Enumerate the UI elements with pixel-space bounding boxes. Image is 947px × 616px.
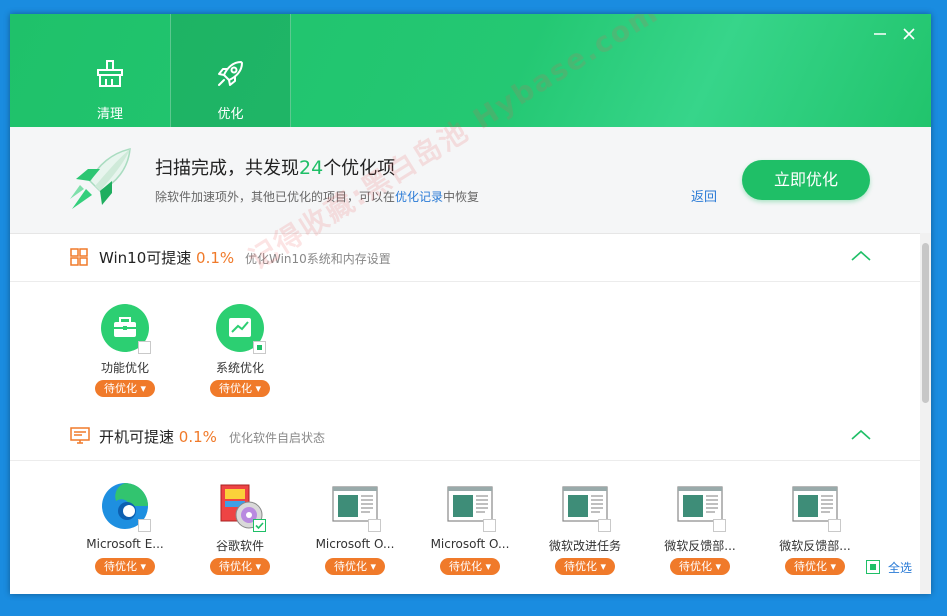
section-win10-desc: 优化Win10系统和内存设置 xyxy=(245,252,391,266)
section-startup-label: 开机可提速 xyxy=(99,428,175,446)
subtitle-prefix: 除软件加速项外，其他已优化的项目，可以在 xyxy=(155,190,396,204)
optimize-now-button[interactable]: 立即优化 xyxy=(742,160,870,200)
rocket-icon xyxy=(218,61,243,86)
item-checkbox[interactable] xyxy=(483,519,496,532)
status-dropdown[interactable]: 待优化 ▾ xyxy=(325,558,385,575)
scan-result-title: 扫描完成，共发现24个优化项 xyxy=(155,154,395,180)
item-name: 微软改进任务 xyxy=(548,539,621,553)
back-link[interactable]: 返回 xyxy=(691,186,717,205)
status-dropdown[interactable]: 待优化 ▾ xyxy=(670,558,730,575)
tab-optimize-label: 优化 xyxy=(217,107,244,122)
item-checkbox[interactable] xyxy=(828,519,841,532)
item-name: 系统优化 xyxy=(215,361,264,375)
item-name: Microsoft O... xyxy=(430,537,510,551)
section-win10-percent: 0.1% xyxy=(196,249,235,267)
section-startup-title: 开机可提速 0.1% xyxy=(99,426,217,447)
status-dropdown[interactable]: 待优化 ▾ xyxy=(785,558,845,575)
status-dropdown[interactable]: 待优化 ▾ xyxy=(210,380,270,397)
found-count: 24 xyxy=(299,157,324,179)
item-checkbox[interactable] xyxy=(253,341,266,354)
item-name: 谷歌软件 xyxy=(215,539,264,553)
header-bar: 清理 优化 xyxy=(10,14,931,127)
select-all-checkbox[interactable] xyxy=(866,560,880,574)
item-name: 微软反馈部... xyxy=(779,539,851,553)
section-win10: Win10可提速 0.1% 优化Win10系统和内存设置 xyxy=(10,233,920,282)
tab-clean[interactable]: 清理 xyxy=(50,14,170,127)
section-win10-title: Win10可提速 0.1% xyxy=(99,247,234,268)
item-name: Microsoft O... xyxy=(315,537,395,551)
status-dropdown[interactable]: 待优化 ▾ xyxy=(95,558,155,575)
subtitle-suffix: 中恢复 xyxy=(443,190,480,204)
status-dropdown[interactable]: 待优化 ▾ xyxy=(210,558,270,575)
item-checkbox[interactable] xyxy=(253,519,266,532)
item-checkbox[interactable] xyxy=(138,519,151,532)
minimize-icon xyxy=(874,33,886,35)
status-dropdown[interactable]: 待优化 ▾ xyxy=(555,558,615,575)
status-dropdown[interactable]: 待优化 ▾ xyxy=(95,380,155,397)
item-name: 功能优化 xyxy=(100,361,149,375)
scrollbar-thumb[interactable] xyxy=(922,243,929,403)
section-startup-percent: 0.1% xyxy=(178,428,217,446)
broom-icon xyxy=(97,60,123,87)
select-all-toggle[interactable]: 全选 xyxy=(866,559,912,576)
chevron-up-icon[interactable] xyxy=(850,428,872,442)
section-startup-desc: 优化软件自启状态 xyxy=(229,431,326,445)
item-checkbox[interactable] xyxy=(598,519,611,532)
select-all-label: 全选 xyxy=(888,561,913,575)
status-label: 待优化 xyxy=(103,560,137,573)
checkmark-icon xyxy=(255,522,264,530)
item-name: 微软反馈部... xyxy=(664,539,736,553)
section-win10-label: Win10可提速 xyxy=(99,249,192,267)
tab-clean-label: 清理 xyxy=(96,107,123,122)
status-label: 待优化 xyxy=(103,382,137,395)
windows-logo-icon xyxy=(70,248,88,266)
minimize-button[interactable] xyxy=(870,24,890,44)
scan-result-subtitle: 除软件加速项外，其他已优化的项目，可以在优化记录中恢复 xyxy=(155,188,479,205)
item-checkbox[interactable] xyxy=(713,519,726,532)
title-prefix: 扫描完成，共发现 xyxy=(155,158,299,179)
item-name: Microsoft E... xyxy=(86,537,164,551)
scrollbar[interactable] xyxy=(920,233,931,594)
app-window: 清理 优化 扫描完成，共发现24个优化项 除软件加速项外，其他已优化的项目，可以… xyxy=(10,14,931,594)
status-label: 待优化 xyxy=(678,560,712,573)
title-suffix: 个优化项 xyxy=(323,158,396,179)
item-checkbox[interactable] xyxy=(368,519,381,532)
status-label: 待优化 xyxy=(793,560,827,573)
close-icon xyxy=(903,28,915,40)
status-label: 待优化 xyxy=(218,560,252,573)
close-button[interactable] xyxy=(899,24,919,44)
status-label: 待优化 xyxy=(448,560,482,573)
rocket-illustration-icon xyxy=(70,148,131,209)
item-checkbox[interactable] xyxy=(138,341,151,354)
tab-optimize[interactable]: 优化 xyxy=(170,14,291,127)
section-startup: 开机可提速 0.1% 优化软件自启状态 xyxy=(10,412,920,461)
status-label: 待优化 xyxy=(218,382,252,395)
monitor-icon xyxy=(70,427,90,444)
chevron-up-icon[interactable] xyxy=(850,249,872,263)
status-label: 待优化 xyxy=(563,560,597,573)
optimize-history-link[interactable]: 优化记录 xyxy=(395,190,443,204)
status-label: 待优化 xyxy=(333,560,367,573)
status-dropdown[interactable]: 待优化 ▾ xyxy=(440,558,500,575)
scan-summary: 扫描完成，共发现24个优化项 除软件加速项外，其他已优化的项目，可以在优化记录中… xyxy=(10,127,931,234)
